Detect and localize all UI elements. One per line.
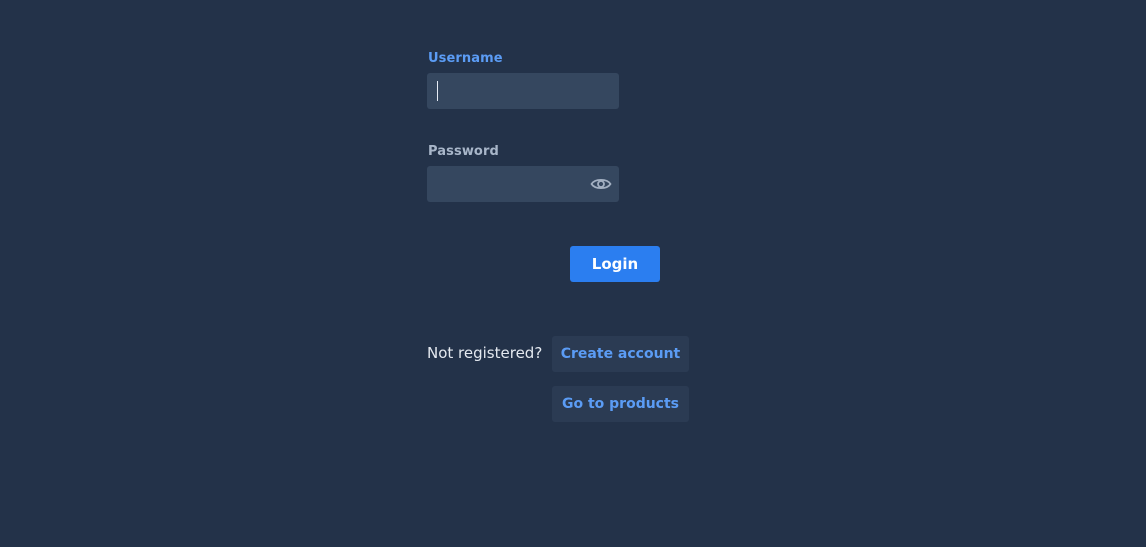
password-input[interactable] [427, 166, 619, 202]
password-label: Password [428, 144, 499, 159]
eye-icon[interactable] [590, 175, 612, 193]
username-label: Username [428, 51, 503, 66]
not-registered-text: Not registered? [427, 344, 543, 362]
create-account-button[interactable]: Create account [552, 336, 689, 372]
go-to-products-button[interactable]: Go to products [552, 386, 689, 422]
login-button[interactable]: Login [570, 246, 660, 282]
text-caret [437, 81, 438, 101]
username-input[interactable] [427, 73, 619, 109]
